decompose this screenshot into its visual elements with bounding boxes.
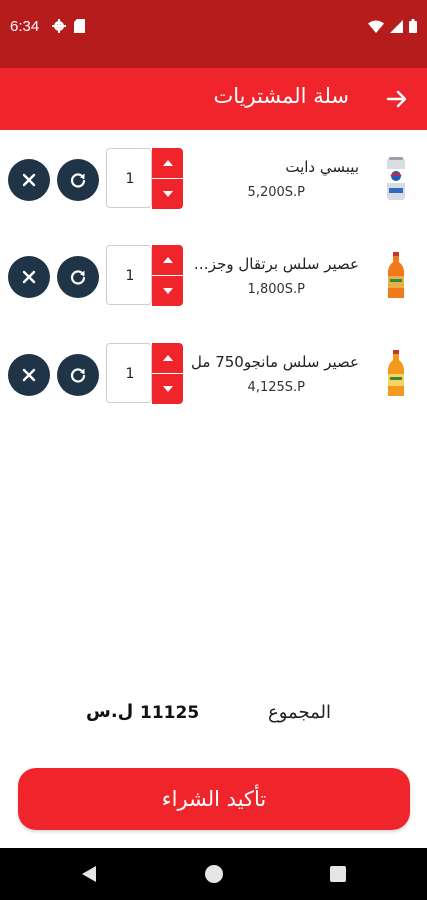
total-value: 11125 bbox=[140, 703, 200, 723]
close-icon bbox=[22, 368, 36, 382]
refresh-item-button[interactable] bbox=[57, 354, 99, 396]
refresh-item-button[interactable] bbox=[57, 256, 99, 298]
cart-item: عصير سلس برتقال وجزر 750 مل 1,800S.P bbox=[0, 242, 427, 312]
item-name: عصير سلس برتقال وجزر 750 مل bbox=[189, 255, 359, 273]
quantity-box bbox=[106, 245, 153, 306]
total-label: المجموع bbox=[268, 702, 331, 723]
remove-item-button[interactable] bbox=[8, 159, 50, 201]
chevron-up-icon bbox=[162, 257, 173, 263]
system-nav-bar bbox=[0, 848, 427, 900]
nav-back-icon[interactable] bbox=[80, 864, 98, 884]
sim-card-icon bbox=[74, 19, 85, 33]
increase-quantity-button[interactable] bbox=[152, 148, 183, 178]
chevron-down-icon bbox=[162, 288, 173, 294]
pepsi-diet-can-image bbox=[387, 157, 405, 200]
quantity-input[interactable] bbox=[107, 344, 153, 404]
decrease-quantity-button[interactable] bbox=[152, 374, 183, 404]
wifi-icon bbox=[368, 20, 384, 33]
close-icon bbox=[22, 270, 36, 284]
cart-item: بيبسي دايت 5,200S.P bbox=[0, 145, 427, 215]
confirm-purchase-button[interactable]: تأكيد الشراء bbox=[18, 768, 410, 830]
chevron-down-icon bbox=[162, 191, 173, 197]
status-right-icons bbox=[368, 19, 417, 33]
item-name: بيبسي دايت bbox=[285, 158, 359, 176]
page-title: سلة المشتريات bbox=[213, 84, 349, 108]
decrease-quantity-button[interactable] bbox=[152, 179, 183, 209]
battery-icon bbox=[409, 19, 417, 33]
remove-item-button[interactable] bbox=[8, 354, 50, 396]
orange-juice-bottle-image bbox=[388, 252, 404, 298]
settings-icon bbox=[52, 19, 66, 33]
close-icon bbox=[22, 173, 36, 187]
chevron-up-icon bbox=[162, 355, 173, 361]
status-time: 6:34 bbox=[10, 18, 40, 35]
increase-quantity-button[interactable] bbox=[152, 343, 183, 373]
decrease-quantity-button[interactable] bbox=[152, 276, 183, 306]
quantity-input[interactable] bbox=[107, 149, 153, 209]
item-price: 5,200S.P bbox=[247, 185, 305, 200]
total-currency: ل.س bbox=[86, 701, 134, 722]
status-bar: 6:34 bbox=[0, 0, 427, 68]
refresh-icon bbox=[70, 173, 86, 188]
increase-quantity-button[interactable] bbox=[152, 245, 183, 275]
quantity-box bbox=[106, 343, 153, 404]
chevron-up-icon bbox=[162, 160, 173, 166]
quantity-box bbox=[106, 148, 153, 209]
refresh-icon bbox=[70, 368, 86, 383]
item-name: عصير سلس مانجو750 مل bbox=[191, 353, 359, 371]
nav-recents-icon[interactable] bbox=[330, 866, 346, 882]
chevron-down-icon bbox=[162, 386, 173, 392]
refresh-icon bbox=[70, 270, 86, 285]
arrow-right-icon[interactable] bbox=[385, 87, 409, 111]
item-price: 4,125S.P bbox=[247, 380, 305, 395]
nav-home-icon[interactable] bbox=[205, 865, 223, 883]
status-left-icons bbox=[52, 19, 85, 33]
app-bar: سلة المشتريات bbox=[0, 68, 427, 130]
item-price: 1,800S.P bbox=[247, 282, 305, 297]
mango-juice-bottle-image bbox=[388, 350, 404, 396]
remove-item-button[interactable] bbox=[8, 256, 50, 298]
refresh-item-button[interactable] bbox=[57, 159, 99, 201]
cart-item: عصير سلس مانجو750 مل 4,125S.P bbox=[0, 340, 427, 410]
quantity-input[interactable] bbox=[107, 246, 153, 306]
signal-icon bbox=[390, 19, 403, 33]
